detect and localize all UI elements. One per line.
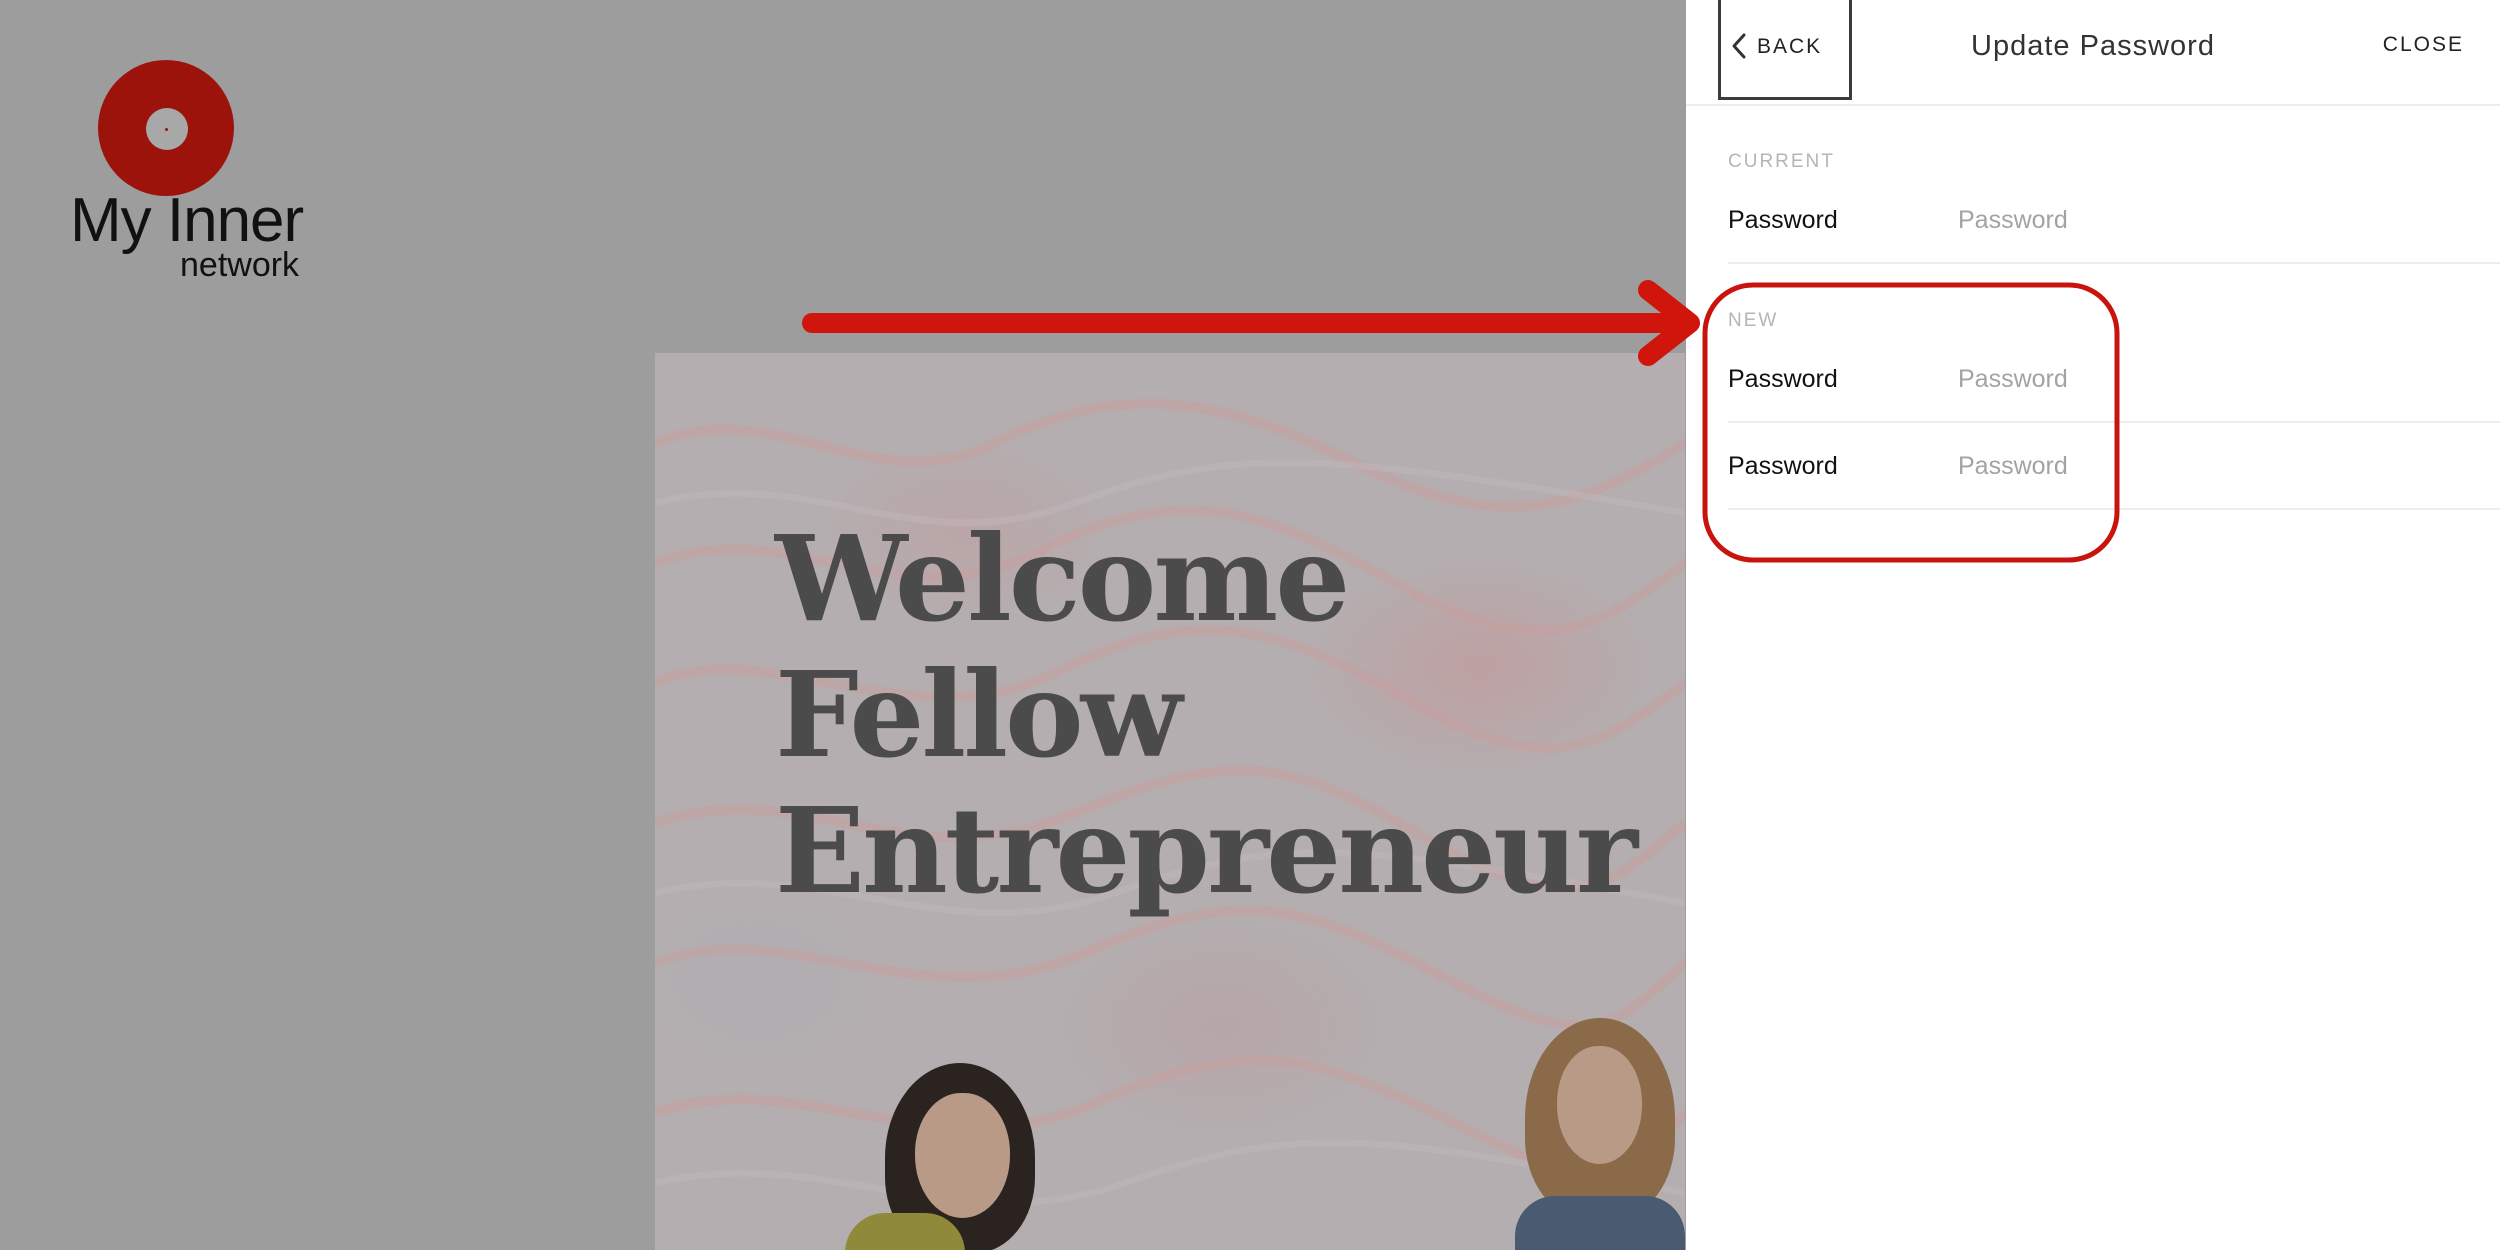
hero-title-line-3: Entrepreneur — [775, 781, 1638, 920]
current-password-row: Password — [1728, 178, 2500, 264]
logo-disc-dot — [165, 128, 168, 131]
current-password-label: Password — [1728, 205, 1838, 234]
new-password-input[interactable] — [1958, 364, 2500, 394]
person-right-jacket — [1515, 1196, 1685, 1250]
panel-header: BACK Update Password CLOSE — [1686, 0, 2500, 106]
section-label-current: CURRENT — [1728, 151, 1835, 172]
brand-logo[interactable]: My Inner network — [70, 60, 310, 284]
current-password-input[interactable] — [1958, 205, 2500, 235]
close-button[interactable]: CLOSE — [2383, 33, 2464, 57]
record-disc-icon — [98, 60, 234, 196]
screen: My Inner network Welcome Fellow Entrepre… — [0, 0, 2500, 1250]
new-password-row: Password — [1728, 337, 2500, 423]
confirm-password-label: Password — [1728, 451, 1838, 480]
hero-title: Welcome Fellow Entrepreneur — [775, 509, 1638, 920]
update-password-panel: BACK Update Password CLOSE CURRENT Passw… — [1686, 0, 2500, 1250]
panel-title: Update Password — [1971, 30, 2215, 62]
person-right-face — [1557, 1046, 1642, 1164]
confirm-password-row: Password — [1728, 424, 2500, 510]
logo-disc-center — [146, 108, 188, 150]
hero-banner: Welcome Fellow Entrepreneur — [655, 353, 1685, 1250]
brand-name: My Inner — [70, 186, 304, 255]
hero-title-line-2: Fellow — [775, 645, 1182, 784]
person-left-face — [915, 1093, 1010, 1218]
annotation-arrow-head — [1638, 280, 1700, 366]
hero-photo-person-left — [845, 1063, 1105, 1250]
section-label-new: NEW — [1728, 310, 1779, 331]
hero-photo-person-right — [1495, 1018, 1685, 1250]
new-password-label: Password — [1728, 364, 1838, 393]
hero-title-line-1: Welcome — [775, 509, 1350, 648]
brand-subtitle: network — [180, 246, 300, 284]
confirm-password-input[interactable] — [1958, 451, 2500, 481]
